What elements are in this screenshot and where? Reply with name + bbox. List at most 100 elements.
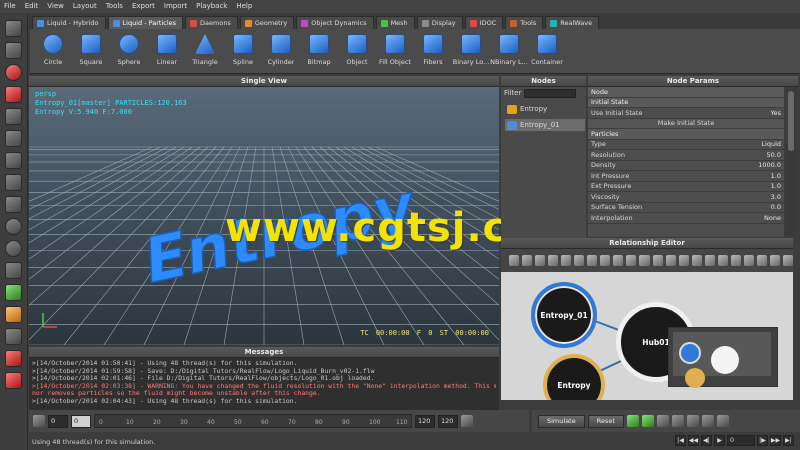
relationship-tool-icon[interactable] bbox=[561, 255, 572, 266]
node-item-entropy-01[interactable]: Entropy_01 bbox=[505, 119, 585, 131]
range-icon[interactable] bbox=[461, 415, 473, 427]
relationship-tool-icon[interactable] bbox=[639, 255, 650, 266]
sim-options-icon[interactable] bbox=[641, 415, 654, 427]
param-value[interactable]: 0.0 bbox=[771, 203, 781, 211]
menu-item-edit[interactable]: Edit bbox=[25, 0, 39, 13]
graph-node-entropy-01[interactable]: Entropy_01 bbox=[531, 282, 597, 348]
tool-bitmap[interactable]: Bitmap bbox=[300, 29, 338, 74]
relationship-tool-icon[interactable] bbox=[600, 255, 611, 266]
param-row[interactable]: Viscosity 3.0 bbox=[588, 192, 784, 203]
relationship-tool-icon[interactable] bbox=[665, 255, 676, 266]
relationship-tool-icon[interactable] bbox=[756, 255, 767, 266]
tool-object[interactable]: Object bbox=[338, 29, 376, 74]
tool-cylinder[interactable]: Cylinder bbox=[262, 29, 300, 74]
tab-liquid-hybrido[interactable]: Liquid - Hybrido bbox=[32, 16, 106, 29]
relationship-tool-icon[interactable] bbox=[769, 255, 780, 266]
cache-icon[interactable] bbox=[626, 415, 639, 427]
menu-item-view[interactable]: View bbox=[47, 0, 64, 13]
tab-tools[interactable]: Tools bbox=[505, 16, 544, 29]
next-key-icon[interactable]: ▶▶ bbox=[770, 435, 781, 446]
param-row[interactable]: Resolution 50.0 bbox=[588, 150, 784, 161]
menu-item-import[interactable]: Import bbox=[164, 0, 187, 13]
tab-liquid-particles[interactable]: Liquid - Particles bbox=[107, 16, 184, 29]
pen-tool-icon[interactable] bbox=[5, 328, 22, 345]
param-value[interactable]: Liquid bbox=[761, 140, 781, 148]
relationship-tool-icon[interactable] bbox=[509, 255, 520, 266]
param-value[interactable]: 1000.0 bbox=[758, 161, 781, 169]
light-tool-icon[interactable] bbox=[5, 262, 22, 279]
relationship-tool-icon[interactable] bbox=[730, 255, 741, 266]
make-initial-state-button[interactable]: Make Initial State bbox=[588, 118, 784, 129]
brush-tool-icon[interactable] bbox=[5, 306, 22, 323]
script-icon[interactable] bbox=[716, 415, 729, 427]
box-wire-icon[interactable] bbox=[5, 196, 22, 213]
leaf-tool-icon[interactable] bbox=[5, 284, 22, 301]
params-scrollbar[interactable] bbox=[786, 87, 796, 237]
keyframe-icon[interactable] bbox=[33, 415, 45, 427]
reset-button[interactable]: Reset bbox=[587, 414, 624, 428]
tool-square[interactable]: Square bbox=[72, 29, 110, 74]
tab-geometry[interactable]: Geometry bbox=[239, 16, 295, 29]
relationship-tool-icon[interactable] bbox=[691, 255, 702, 266]
relationship-tool-icon[interactable] bbox=[782, 255, 794, 266]
camera-icon[interactable] bbox=[686, 415, 699, 427]
param-value[interactable]: Yes bbox=[771, 109, 782, 117]
timeline-slider[interactable]: 0 10 20 30 40 50 60 70 80 90 100 110 bbox=[94, 414, 412, 428]
save-tool-icon[interactable] bbox=[5, 372, 22, 389]
param-row[interactable]: Int Pressure 1.0 bbox=[588, 171, 784, 182]
relationship-tool-icon[interactable] bbox=[743, 255, 754, 266]
cube-tool-icon[interactable] bbox=[5, 108, 22, 125]
node-item-entropy[interactable]: Entropy bbox=[505, 103, 585, 115]
move-tool-icon[interactable] bbox=[5, 42, 22, 59]
play-icon[interactable]: ▶ bbox=[714, 435, 725, 446]
relationship-tool-icon[interactable] bbox=[613, 255, 624, 266]
tool-nbinary-l[interactable]: NBinary L... bbox=[490, 29, 528, 74]
tool-circle[interactable]: Circle bbox=[34, 29, 72, 74]
relationship-tool-icon[interactable] bbox=[574, 255, 585, 266]
select-tool-icon[interactable] bbox=[5, 20, 22, 37]
menu-item-export[interactable]: Export bbox=[132, 0, 155, 13]
prev-key-icon[interactable]: ◀◀ bbox=[688, 435, 699, 446]
relationship-tool-icon[interactable] bbox=[717, 255, 728, 266]
menu-item-help[interactable]: Help bbox=[236, 0, 252, 13]
tab-daemons[interactable]: Daemons bbox=[185, 16, 238, 29]
axis-tool-icon[interactable] bbox=[5, 130, 22, 147]
param-row[interactable]: Type Liquid bbox=[588, 140, 784, 150]
scale-tool-icon[interactable] bbox=[5, 86, 22, 103]
relationship-tool-icon[interactable] bbox=[626, 255, 637, 266]
preview-icon[interactable] bbox=[671, 415, 684, 427]
last-frame-icon[interactable]: ▶| bbox=[783, 435, 794, 446]
camera-tool-icon[interactable] bbox=[5, 152, 22, 169]
menu-item-layout[interactable]: Layout bbox=[73, 0, 97, 13]
tool-triangle[interactable]: Triangle bbox=[186, 29, 224, 74]
first-frame-icon[interactable]: |◀ bbox=[675, 435, 686, 446]
sphere-shade-icon[interactable] bbox=[5, 218, 22, 235]
render-icon[interactable] bbox=[701, 415, 714, 427]
tool-fibers[interactable]: Fibers bbox=[414, 29, 452, 74]
relationship-tool-icon[interactable] bbox=[704, 255, 715, 266]
relationship-tool-icon[interactable] bbox=[678, 255, 689, 266]
tool-sphere[interactable]: Sphere bbox=[110, 29, 148, 74]
next-frame-icon[interactable]: |▶ bbox=[757, 435, 768, 446]
param-value[interactable]: None bbox=[764, 214, 781, 222]
frame-field[interactable]: 0 bbox=[727, 435, 755, 446]
menu-item-tools[interactable]: Tools bbox=[106, 0, 123, 13]
prev-frame-icon[interactable]: ◀| bbox=[701, 435, 712, 446]
param-value[interactable]: 1.0 bbox=[771, 182, 781, 190]
relationship-tool-icon[interactable] bbox=[535, 255, 546, 266]
max-frame-field[interactable]: 120 bbox=[438, 414, 458, 428]
param-row[interactable]: Interpolation None bbox=[588, 213, 784, 224]
tab-object-dynamics[interactable]: Object Dynamics bbox=[296, 16, 374, 29]
relationship-tool-icon[interactable] bbox=[587, 255, 598, 266]
start-frame-field[interactable]: 0 bbox=[48, 414, 68, 428]
tool-spline[interactable]: Spline bbox=[224, 29, 262, 74]
gear-tool-icon[interactable] bbox=[5, 174, 22, 191]
export-tool-icon[interactable] bbox=[5, 350, 22, 367]
param-value[interactable]: 1.0 bbox=[771, 172, 781, 180]
simulate-button[interactable]: Simulate bbox=[538, 414, 585, 428]
param-value[interactable]: 50.0 bbox=[767, 151, 781, 159]
tab-display[interactable]: Display bbox=[416, 16, 463, 29]
sphere-wire-icon[interactable] bbox=[5, 240, 22, 257]
tool-container[interactable]: Container bbox=[528, 29, 566, 74]
relationship-tool-icon[interactable] bbox=[652, 255, 663, 266]
